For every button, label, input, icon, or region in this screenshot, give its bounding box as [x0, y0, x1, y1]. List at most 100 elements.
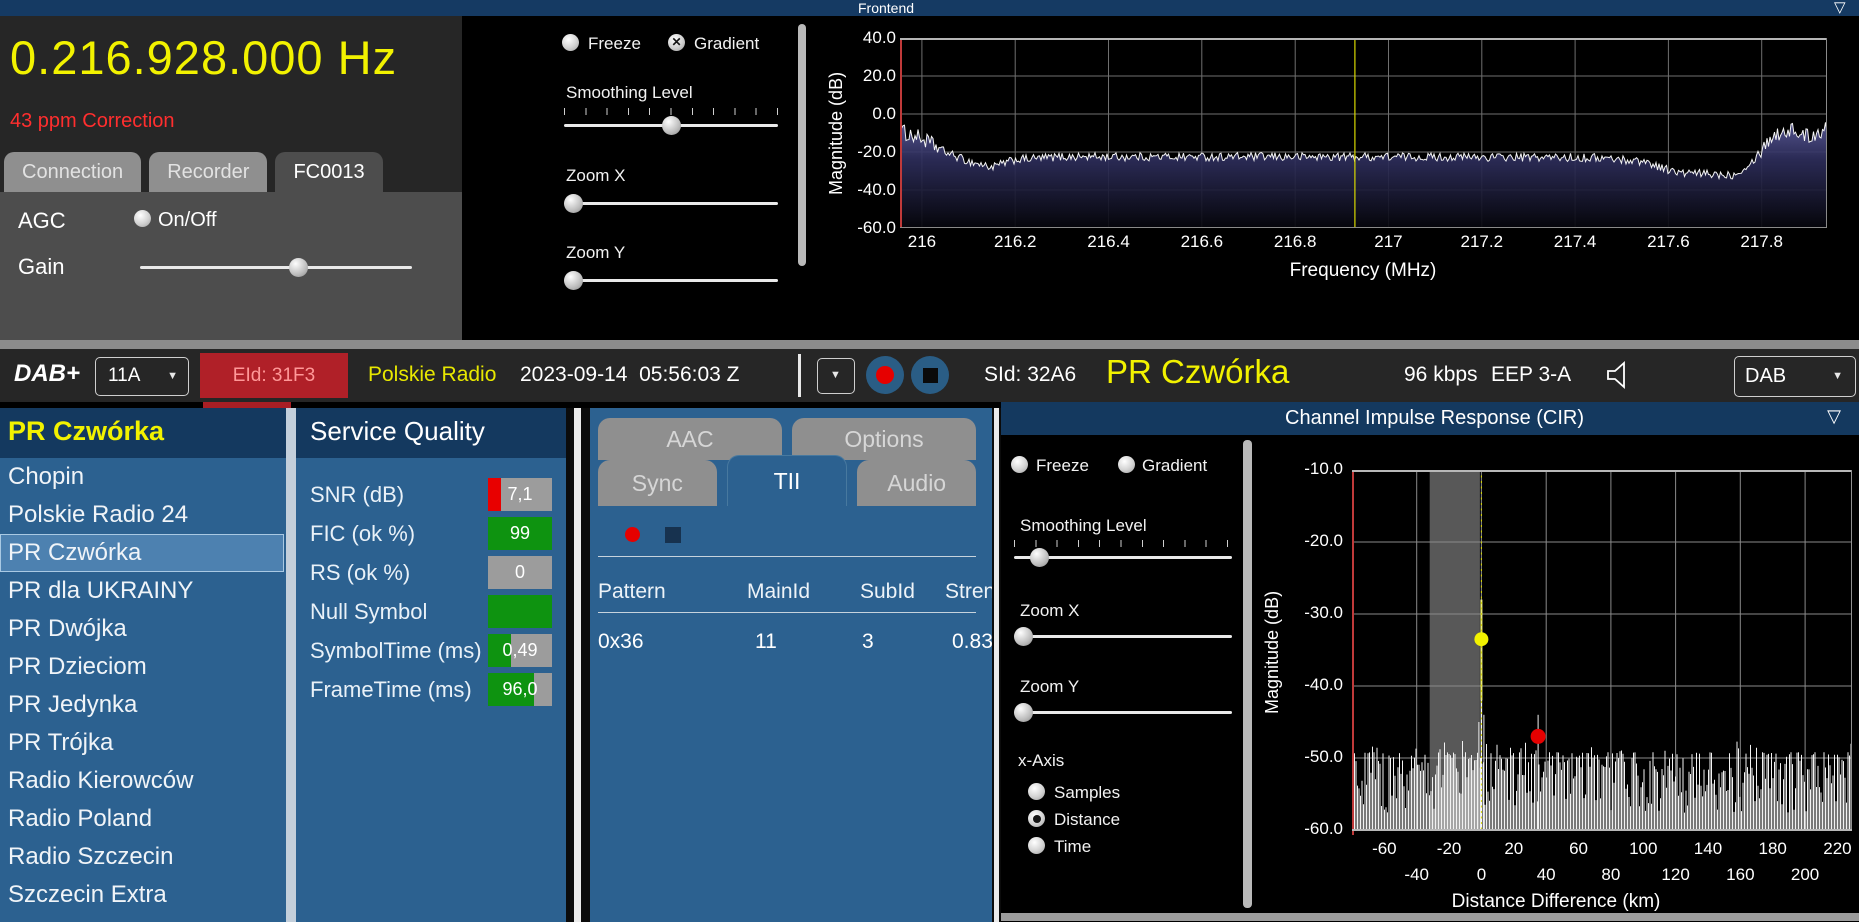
controls-vertical-scrollbar[interactable]: [798, 24, 806, 266]
agc-toggle-radio[interactable]: [134, 210, 151, 227]
axis-tick-label: 216.6: [1180, 232, 1224, 251]
zoom-y-slider-handle[interactable]: [564, 271, 583, 290]
service-quality-title: Service Quality: [310, 416, 485, 446]
station-list-item[interactable]: Chopin: [0, 458, 287, 496]
tii-table-cell: 0x36: [598, 630, 644, 653]
tab-audio[interactable]: Audio: [857, 460, 977, 506]
station-list-item[interactable]: Szczecin Extra: [0, 876, 287, 914]
axis-tick-label: 217.4: [1553, 232, 1597, 251]
spectrum-plot[interactable]: [899, 37, 1828, 229]
axis-tick-label: 216: [907, 232, 937, 251]
cir-smoothing-slider-handle[interactable]: [1030, 548, 1049, 567]
decoder-tabs-row1: AAC Options: [598, 418, 976, 460]
axis-tick-label: -60.0: [1304, 819, 1343, 838]
selected-service-title: PR Czwórka: [8, 416, 165, 446]
horizontal-scrollbar-top[interactable]: [0, 340, 1859, 349]
station-list-item[interactable]: Polskie Radio 24: [0, 496, 287, 534]
cir-zoom-x-slider[interactable]: [1014, 627, 1232, 646]
output-dropdown[interactable]: DAB ▼: [1734, 356, 1856, 397]
quality-metric-label: Null Symbol: [310, 599, 428, 624]
cir-zoom-x-slider-handle[interactable]: [1014, 627, 1033, 646]
collapse-cir-icon[interactable]: ▽: [1827, 407, 1841, 425]
station-list-item[interactable]: Radio Poland: [0, 800, 287, 838]
station-list-scrollbar[interactable]: [286, 408, 296, 922]
smoothing-slider-handle[interactable]: [662, 116, 681, 135]
x-axis-radio-samples[interactable]: [1028, 783, 1045, 800]
quality-gauge: 96,0: [488, 673, 552, 706]
spectrum-xtick-labels: 216 216.2 216.4 216.6 216.8 217 217.2 217.4 217.…: [900, 232, 1827, 256]
tuner-tab[interactable]: FC0013: [275, 152, 383, 192]
tab-sync[interactable]: Sync: [598, 460, 717, 506]
station-list-item[interactable]: PR Czwórka: [0, 534, 284, 572]
zoom-x-slider-handle[interactable]: [564, 194, 583, 213]
zoom-y-slider[interactable]: [564, 271, 778, 290]
axis-tick-label: 217.6: [1647, 232, 1690, 251]
x-axis-radio-time[interactable]: [1028, 837, 1045, 854]
station-list-item[interactable]: PR Dzieciom: [0, 648, 287, 686]
tii-table-header-underline: [598, 612, 976, 613]
dab-mode-label: DAB+: [14, 360, 81, 387]
cir-gradient-radio[interactable]: [1118, 456, 1135, 473]
collapse-frontend-icon[interactable]: ▽: [1834, 0, 1846, 16]
tuner-tab[interactable]: Connection: [4, 152, 142, 192]
axis-tick-label: 60: [1569, 839, 1588, 858]
cir-vertical-scrollbar[interactable]: [1243, 440, 1252, 908]
cir-ytick-labels: -10.0 -20.0 -30.0 -40.0 -50.0 -60.0: [1288, 402, 1343, 922]
cir-xtick-labels: -60 -20 20 60 100 140 180 220 -40 0 40 80 120 160 200: [1352, 839, 1852, 891]
speaker-icon[interactable]: [1602, 357, 1638, 393]
ensemble-id-badge: EId: 31F3: [200, 353, 348, 398]
station-list-item[interactable]: PR Jedynka: [0, 686, 287, 724]
cir-gradient-label: Gradient: [1142, 456, 1208, 475]
axis-tick-label: -20.0: [857, 142, 896, 161]
tii-table-header-cell: Pattern: [598, 580, 666, 603]
sync-status-icon: [625, 527, 640, 542]
cir-smoothing-slider[interactable]: [1014, 548, 1232, 567]
decoder-tabs-row2: Sync TII Audio: [598, 455, 977, 506]
freeze-radio[interactable]: [562, 34, 579, 51]
station-list-item[interactable]: PR Trójka: [0, 724, 287, 762]
cir-zoom-y-slider[interactable]: [1014, 703, 1232, 722]
station-list-item[interactable]: PR Dwójka: [0, 610, 287, 648]
station-list-item[interactable]: Radio Szczecin: [0, 838, 287, 876]
cir-horizontal-scrollbar[interactable]: [1001, 913, 1859, 921]
zoom-y-label: Zoom Y: [566, 243, 626, 262]
gradient-checkbox[interactable]: ✕: [668, 34, 685, 51]
smoothing-slider[interactable]: [564, 116, 778, 135]
cir-plot[interactable]: [1352, 470, 1852, 835]
gain-slider[interactable]: [140, 258, 412, 277]
axis-tick-label: -40.0: [1304, 675, 1343, 694]
axis-tick-label: -30.0: [1304, 603, 1343, 622]
quality-gauge: 99: [488, 517, 552, 550]
tii-table-header-cell: MainId: [747, 580, 811, 603]
axis-tick-label: 0: [1476, 865, 1487, 884]
cir-ylabel: Magnitude (dB): [1262, 590, 1282, 714]
station-list-item[interactable]: Radio Kierowców: [0, 762, 287, 800]
stop-button[interactable]: [911, 356, 949, 394]
gain-slider-handle[interactable]: [289, 258, 308, 277]
ensemble-name-label: Polskie Radio: [368, 363, 497, 386]
panel-divider: [992, 408, 1001, 922]
station-list-item[interactable]: PR dla UKRAINY: [0, 572, 287, 610]
cir-zoom-y-slider-track: [1014, 711, 1232, 714]
tab-aac[interactable]: AAC: [598, 418, 782, 460]
tuner-tab[interactable]: Recorder: [149, 152, 268, 192]
tab-options[interactable]: Options: [792, 418, 976, 460]
quality-metric-label: RS (ok %): [310, 560, 411, 585]
cir-zoom-y-slider-handle[interactable]: [1014, 703, 1033, 722]
quality-gauge: 7,1: [488, 478, 552, 511]
zoom-x-slider[interactable]: [564, 194, 778, 213]
tab-tii[interactable]: TII: [726, 455, 848, 506]
channel-dropdown[interactable]: 11A ▼: [95, 357, 189, 396]
cir-freeze-radio[interactable]: [1011, 456, 1028, 473]
axis-tick-label: 216.8: [1273, 232, 1317, 251]
axis-tick-label: 160: [1726, 865, 1755, 884]
agc-toggle-label: On/Off: [158, 209, 217, 231]
record-button[interactable]: [866, 356, 904, 394]
x-axis-radio-distance[interactable]: [1028, 810, 1045, 827]
service-id-label: SId: 32A6: [984, 363, 1077, 386]
x-axis-group-label: x-Axis: [1018, 751, 1065, 770]
axis-tick-label: 217.8: [1740, 232, 1783, 251]
axis-tick-label: -10.0: [1304, 459, 1343, 478]
expand-dropdown-button[interactable]: ▼: [817, 358, 855, 394]
axis-tick-label: 120: [1661, 865, 1690, 884]
